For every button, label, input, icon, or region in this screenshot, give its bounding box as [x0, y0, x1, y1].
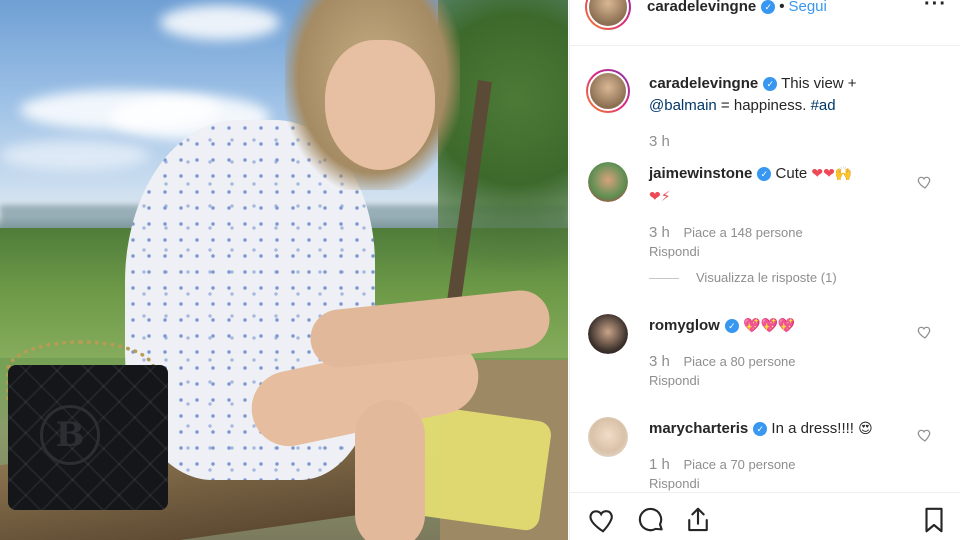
caption-timestamp[interactable]: 3 h [649, 133, 670, 150]
comment-likes-count[interactable]: Piace a 80 persone [683, 354, 795, 369]
caption-hashtag-link[interactable]: #ad [811, 97, 836, 114]
comment-emojis: 😍 [858, 420, 873, 436]
caption-text-start: This view + [781, 75, 857, 92]
face [325, 40, 435, 170]
comment-text: marycharteris ✓ In a dress!!!! 😍 [649, 417, 939, 440]
comment-timestamp[interactable]: 3 h [649, 353, 670, 370]
bag-logo: B [40, 405, 100, 465]
comment-like-heart-outline-icon[interactable] [917, 174, 933, 190]
follow-button[interactable]: Segui [788, 0, 826, 15]
comment-username[interactable]: jaimewinstone [649, 165, 752, 182]
like-heart-icon[interactable] [588, 505, 618, 535]
caption-meta: 3 h [649, 133, 680, 150]
caption-text-middle: = happiness. [716, 97, 811, 114]
separator-dot: • [779, 0, 785, 15]
caption-username[interactable]: caradelevingne [649, 75, 758, 92]
post-photo[interactable]: B [0, 0, 568, 540]
post-header: caradelevingne ✓ • Segui ··· [570, 0, 960, 46]
comment-like-heart-outline-icon[interactable] [917, 324, 933, 340]
comment-text: jaimewinstone ✓ Cute ❤❤🙌 ❤⚡ [649, 162, 939, 208]
cloud [0, 140, 150, 170]
shin [355, 400, 425, 540]
comment-username[interactable]: marycharteris [649, 420, 748, 437]
comment-meta: 3 h Piace a 80 persone [649, 353, 796, 370]
comment-emojis: 💖💖💖 [743, 317, 796, 333]
comment-emojis-line2: ❤⚡ [649, 188, 671, 204]
comment-like-heart-outline-icon[interactable] [917, 427, 933, 443]
comment-emojis: ❤❤🙌 [811, 165, 853, 181]
comment-username[interactable]: romyglow [649, 317, 720, 334]
action-bar [570, 492, 960, 540]
comment-text: romyglow ✓ 💖💖💖 [649, 314, 939, 337]
cloud [160, 5, 280, 40]
more-options-icon[interactable]: ··· [924, 0, 947, 16]
comment-icon[interactable] [636, 505, 666, 535]
comment-timestamp[interactable]: 3 h [649, 224, 670, 241]
replies-divider-line [649, 278, 679, 280]
bookmark-icon[interactable] [919, 505, 949, 535]
comment-body: Cute [775, 165, 808, 182]
view-replies-label: Visualizza le risposte (1) [696, 270, 837, 285]
comment-avatar[interactable] [588, 162, 628, 202]
comment-body: In a dress!!!! [771, 420, 854, 437]
caption-mention-link[interactable]: @balmain [649, 97, 717, 114]
verified-badge-icon: ✓ [761, 0, 776, 14]
reply-button[interactable]: Rispondi [649, 244, 700, 259]
verified-badge-icon: ✓ [724, 319, 739, 333]
view-replies-button[interactable]: Visualizza le risposte (1) [649, 270, 837, 285]
post-sidebar: caradelevingne ✓ • Segui ··· caradelevingne… [569, 0, 960, 540]
comment-avatar[interactable] [588, 417, 628, 457]
verified-badge-icon: ✓ [753, 422, 768, 436]
comment-likes-count[interactable]: Piace a 70 persone [683, 457, 795, 472]
header-avatar[interactable] [585, 0, 631, 30]
verified-badge-icon: ✓ [763, 77, 778, 91]
comment-meta: 1 h Piace a 70 persone [649, 456, 796, 473]
comment-meta: 3 h Piace a 148 persone [649, 224, 803, 241]
comment-avatar[interactable] [588, 314, 628, 354]
comment-likes-count[interactable]: Piace a 148 persone [683, 225, 802, 240]
reply-button[interactable]: Rispondi [649, 476, 700, 491]
header-username-row: caradelevingne ✓ • Segui [647, 0, 827, 15]
caption-avatar[interactable] [586, 69, 630, 113]
header-username[interactable]: caradelevingne [647, 0, 756, 15]
share-icon[interactable] [683, 505, 713, 535]
comments-list[interactable]: caradelevingne ✓ This view + @balmain = h… [570, 47, 960, 492]
caption-text: caradelevingne ✓ This view + @balmain = h… [649, 73, 939, 117]
comment-timestamp[interactable]: 1 h [649, 456, 670, 473]
reply-button[interactable]: Rispondi [649, 373, 700, 388]
verified-badge-icon: ✓ [757, 167, 772, 181]
